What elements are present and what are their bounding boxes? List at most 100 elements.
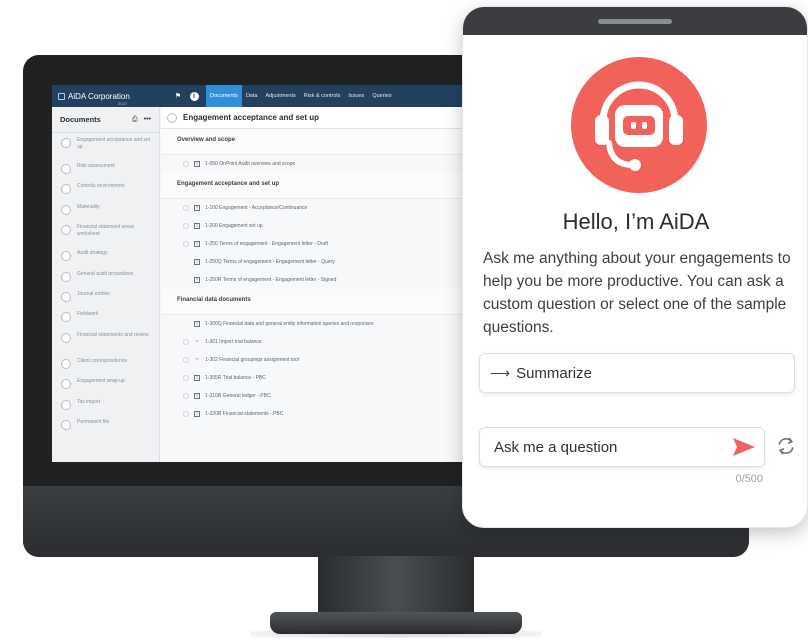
status-dot-icon [183,321,189,327]
sidebar-item-tax-import[interactable]: Tax import [52,395,159,415]
monitor-screen: AiDA Corporation 2022 ⚑ i Documents Data… [52,85,492,462]
document-icon: ≡ [194,161,200,167]
status-dot-icon [183,205,189,211]
status-circle-icon [61,358,71,369]
document-row[interactable]: ≡ 1-300Q Financial data and general entit… [161,315,492,333]
status-circle-icon [61,332,71,343]
status-dot-icon [183,259,189,265]
send-icon[interactable] [732,437,756,457]
sidebar-item-audit-strategy[interactable]: Audit strategy [52,246,159,266]
link-icon: ∞ [195,338,199,343]
stage: AiDA Corporation 2022 ⚑ i Documents Data… [0,0,808,641]
summarize-label: Summarize [516,364,592,382]
status-circle-icon [61,138,71,148]
flag-icon[interactable]: ⚑ [170,92,186,100]
status-dot-icon [183,357,189,363]
document-row[interactable]: ∞ 1-302 Financial groupings assignment to… [161,351,492,369]
sidebar-item-client-correspondence[interactable]: Client correspondence [52,354,159,374]
greeting-title: Hello, I’m AiDA [562,209,710,234]
page-title: Engagement acceptance and set up [183,113,320,122]
document-row[interactable]: ≡ 1-250R Terms of engagement - Engagement… [161,271,492,289]
refresh-icon[interactable] [775,435,797,457]
status-dot-icon [183,277,189,283]
section-header[interactable]: Overview and scope [161,129,492,155]
document-icon: ≡ [194,321,200,327]
link-icon: ∞ [195,356,199,361]
status-circle-icon [167,112,177,123]
document-row[interactable]: ≡ 1-250 Terms of engagement - Engagement … [161,235,492,253]
document-row[interactable]: ≡ 1-305R Trial balance - PBC [161,369,492,387]
status-circle-icon [61,251,71,262]
question-placeholder: Ask me a question [494,438,618,456]
sidebar-item-engagement-wrap-up[interactable]: Engagement wrap-up [52,374,159,394]
tab-documents[interactable]: Documents [206,85,242,107]
tab-queries[interactable]: Queries [368,85,395,107]
tab-data[interactable]: Data [242,85,262,107]
document-row[interactable]: ≡ 1-250Q Terms of engagement - Engagement… [161,253,492,271]
status-dot-icon [183,393,189,399]
sidebar-item-engagement-acceptance[interactable]: Engagement acceptance and set up [52,133,159,159]
info-icon[interactable]: i [186,91,202,101]
status-circle-icon [61,312,71,323]
tab-risk-controls[interactable]: Risk & controls [300,85,345,107]
brand[interactable]: AiDA Corporation 2022 [52,91,170,106]
document-row[interactable]: ≡ 1-050 OnPoint Audit overview and scope [161,155,492,173]
document-icon: ≡ [194,259,200,265]
section-header[interactable]: Financial data documents [161,289,492,315]
brand-name: AiDA Corporation [68,91,130,101]
document-icon: ≡ [194,393,200,399]
section-header[interactable]: Engagement acceptance and set up [161,173,492,199]
status-dot-icon [183,339,189,345]
monitor-stand-neck [318,556,474,616]
status-circle-icon [61,164,71,174]
sidebar-header: Documents ⎙ ••• [52,107,159,133]
sidebar-item-risk-assessment[interactable]: Risk assessment [52,159,159,179]
sidebar-item-general-audit-procedures[interactable]: General audit procedures [52,267,159,287]
status-circle-icon [61,184,71,195]
app-topbar: AiDA Corporation 2022 ⚑ i Documents Data… [52,85,492,107]
sidebar-item-controls-environment[interactable]: Controls environment [52,179,159,199]
brand-year: 2022 [118,100,127,106]
document-row[interactable]: ≡ 1-310R General ledger - PBC [161,387,492,405]
document-icon: ≡ [194,277,200,283]
document-row[interactable]: ≡ 1-100 Engagement - Acceptance/Continuan… [161,199,492,217]
status-circle-icon [61,419,71,430]
sidebar-item-fieldwork[interactable]: Fieldwork [52,307,159,327]
status-dot-icon [183,223,189,229]
status-circle-icon [61,225,71,236]
document-icon: ≡ [194,205,200,211]
status-circle-icon [61,291,71,302]
status-circle-icon [61,379,71,390]
status-dot-icon [183,241,189,247]
sidebar-title: Documents [60,115,101,124]
sidebar-item-journal-entries[interactable]: Journal entries [52,287,159,307]
intro-text: Ask me anything about your engagements t… [483,250,791,336]
document-icon: ≡ [194,375,200,381]
status-circle-icon [61,204,71,215]
print-icon[interactable]: ⎙ [132,116,138,124]
status-dot-icon [183,411,189,417]
sidebar-item-permanent-file[interactable]: Permanent file [52,415,159,435]
phone-top-bar [463,7,807,35]
robot-headset-icon [571,57,707,193]
tab-issues[interactable]: Issues [344,85,368,107]
summarize-button[interactable]: ⟶ Summarize [479,353,795,393]
app-tabs: Documents Data Adjustments Risk & contro… [206,85,396,107]
document-icon: ≡ [194,241,200,247]
document-row[interactable]: ≡ 1-320R Financial statements - PBC [161,405,492,423]
more-icon[interactable]: ••• [144,116,151,124]
documents-sidebar: Documents ⎙ ••• Engagement acceptance an… [52,107,160,462]
sidebar-item-fs-areas-worksheet[interactable]: Financial statement areas worksheet [52,220,159,246]
question-input[interactable]: Ask me a question [479,427,765,467]
character-counter: 0/500 [735,473,763,485]
status-circle-icon [61,399,71,410]
sidebar-item-materiality[interactable]: Materiality [52,200,159,220]
documents-main: Engagement acceptance and set up Overvie… [161,107,492,462]
tab-adjustments[interactable]: Adjustments [261,85,299,107]
status-circle-icon [61,271,71,282]
sidebar-item-fs-and-review[interactable]: Financial statements and review [52,328,159,354]
arrow-right-icon: ⟶ [490,364,511,381]
document-row[interactable]: ∞ 1-301 Import trial balance [161,333,492,351]
document-row[interactable]: ≡ 1-200 Engagement set up [161,217,492,235]
phone-speaker [598,18,672,24]
